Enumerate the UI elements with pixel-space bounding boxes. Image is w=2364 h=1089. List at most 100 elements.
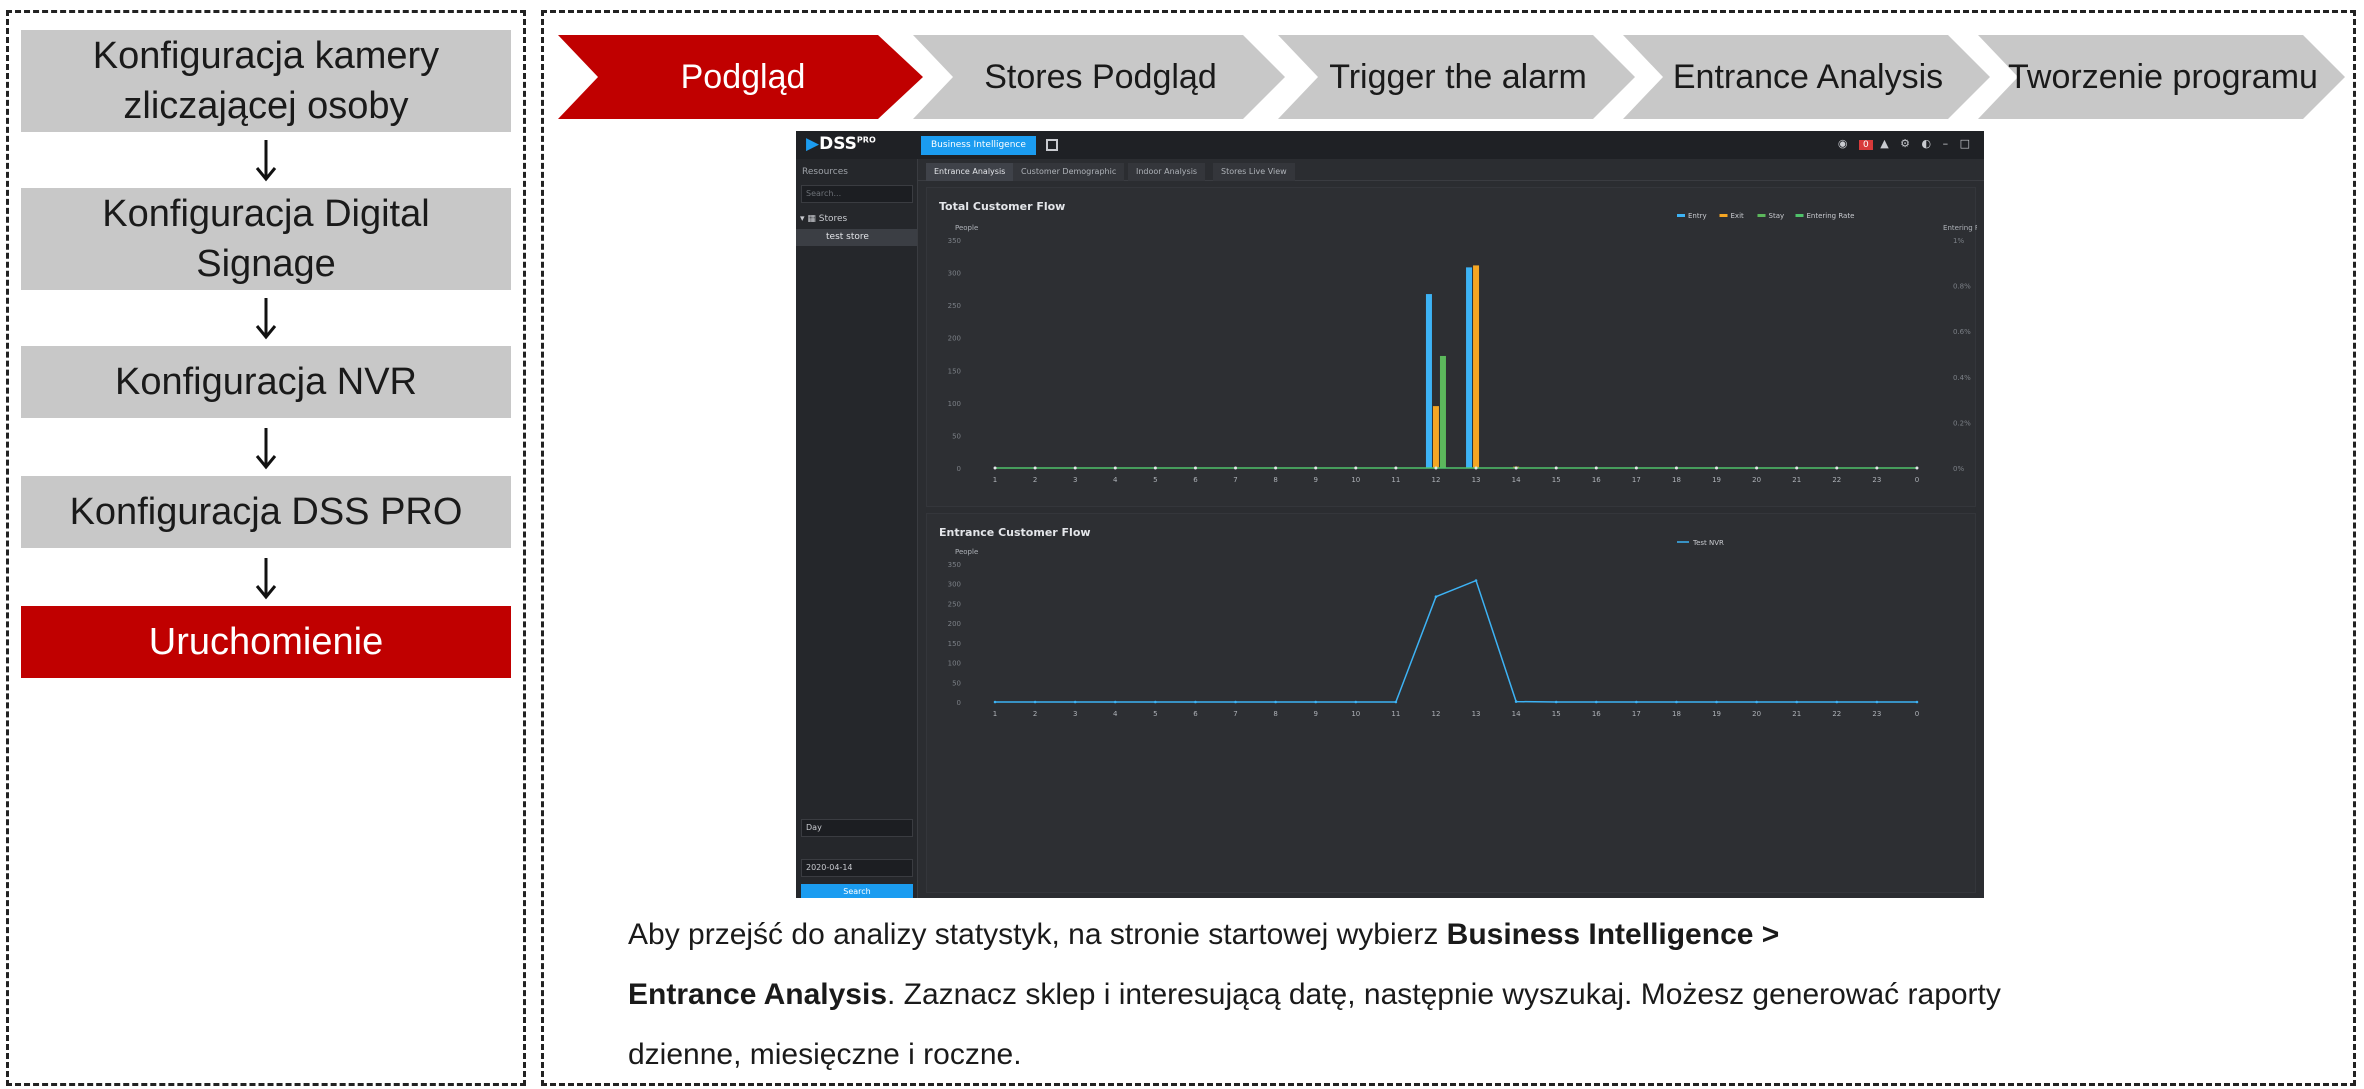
tab-label: Trigger the alarm: [1329, 58, 1587, 96]
y2-tick-label: 0.6%: [1953, 328, 1971, 336]
search-input[interactable]: Search...: [801, 185, 913, 203]
tab-stores-podglad[interactable]: Stores Podgląd: [913, 35, 1288, 119]
dss-screenshot: ▶DSSPRO Business Intelligence ◉ 0 ▲ ⚙ ◐ …: [796, 131, 1984, 898]
legend-swatch: [1719, 214, 1728, 217]
legend-label: Test NVR: [1692, 539, 1724, 547]
workflow-panel: Konfiguracja kamery zliczającej osoby Ko…: [6, 10, 526, 1086]
legend-swatch: [1757, 214, 1766, 217]
rate-point: [1394, 466, 1398, 470]
y-tick-label: 250: [948, 302, 961, 310]
rate-point: [1073, 466, 1077, 470]
line-point: [1474, 579, 1478, 582]
add-tab-icon[interactable]: [1046, 139, 1058, 151]
x-tick-label: 8: [1273, 476, 1277, 484]
rate-point: [1674, 466, 1678, 470]
step-launch[interactable]: Uruchomienie: [21, 606, 511, 678]
tab-trigger-alarm[interactable]: Trigger the alarm: [1278, 35, 1638, 119]
x-tick-label: 9: [1313, 476, 1317, 484]
x-tick-label: 23: [1872, 710, 1881, 718]
step-nvr-config[interactable]: Konfiguracja NVR: [21, 346, 511, 418]
alarm-badge[interactable]: 0: [1858, 140, 1873, 150]
rate-point: [1915, 466, 1919, 470]
tab-label: Stores Podgląd: [984, 58, 1217, 96]
y-tick-label: 300: [948, 270, 961, 278]
tree-item-test-store[interactable]: test store: [796, 229, 917, 246]
dss-titlebar: ▶DSSPRO Business Intelligence ◉ 0 ▲ ⚙ ◐ …: [796, 131, 1984, 159]
y-tick-label: 50: [952, 679, 961, 687]
rate-point: [1314, 466, 1318, 470]
y-tick-label: 300: [948, 581, 961, 589]
y-tick-label: 100: [948, 400, 961, 408]
rate-point: [1474, 466, 1478, 470]
x-tick-label: 18: [1672, 476, 1681, 484]
rate-point: [1354, 466, 1358, 470]
x-tick-label: 15: [1552, 476, 1561, 484]
instruction-line-2: Entrance Analysis. Zaznacz sklep i inter…: [628, 978, 2001, 1011]
tab-podglad[interactable]: Podgląd: [558, 35, 928, 119]
step-dss-pro-config[interactable]: Konfiguracja DSS PRO: [21, 476, 511, 548]
resources-label: Resources: [802, 167, 848, 177]
x-tick-label: 1: [993, 710, 997, 718]
y-axis-label: People: [955, 548, 978, 556]
tab-entrance-analysis[interactable]: Entrance Analysis: [1623, 35, 1993, 119]
x-tick-label: 0: [1915, 710, 1919, 718]
instruction-line-1: Aby przejść do analizy statystyk, na str…: [628, 918, 1780, 951]
date-field[interactable]: 2020-04-14: [801, 859, 913, 877]
tab-tworzenie-programu[interactable]: Tworzenie programu: [1978, 35, 2348, 119]
tab-stores-live-view[interactable]: Stores Live View: [1213, 163, 1295, 181]
x-tick-label: 21: [1792, 710, 1801, 718]
x-tick-label: 13: [1472, 710, 1481, 718]
legend-label: Entry: [1688, 212, 1707, 220]
rate-point: [1434, 466, 1438, 470]
tab-entrance-analysis[interactable]: Entrance Analysis: [926, 163, 1014, 181]
y-tick-label: 0: [957, 465, 961, 473]
business-intelligence-tab[interactable]: Business Intelligence: [921, 136, 1036, 155]
instruction-text: Aby przejść do analizy statystyk, na str…: [628, 905, 2188, 1085]
y2-tick-label: 0.2%: [1953, 419, 1971, 427]
entrance-customer-flow-chart: Entrance Customer Flow People 350 300 250 20…: [926, 513, 1976, 893]
tree-root-stores[interactable]: ▾ ▦ Stores: [800, 214, 847, 224]
x-tick-label: 22: [1832, 476, 1841, 484]
dss-tab-bar: Entrance Analysis Customer Demographic I…: [918, 159, 1984, 181]
x-tick-label: 18: [1672, 710, 1681, 718]
line-point: [1594, 700, 1598, 704]
line-point: [1554, 700, 1558, 704]
x-tick-label: 15: [1552, 710, 1561, 718]
series-line-test-nvr: [995, 579, 1917, 703]
x-tick-label: 4: [1113, 710, 1118, 718]
step-camera-config[interactable]: Konfiguracja kamery zliczającej osoby: [21, 30, 511, 132]
rate-point: [1755, 466, 1759, 470]
bar-entry: [1425, 294, 1432, 468]
x-tick-label: 19: [1712, 476, 1721, 484]
x-tick-label: 14: [1512, 710, 1521, 718]
search-button[interactable]: Search: [801, 884, 913, 898]
line-point: [1354, 700, 1358, 704]
x-tick-label: 2: [1033, 476, 1037, 484]
rate-point: [1514, 466, 1518, 470]
x-tick-label: 2: [1033, 710, 1037, 718]
line-point: [1795, 700, 1799, 704]
line-point: [1514, 700, 1518, 703]
tab-indoor-analysis[interactable]: Indoor Analysis: [1128, 163, 1206, 181]
x-tick-label: 7: [1233, 710, 1237, 718]
rate-point: [1193, 466, 1197, 470]
line-point: [1394, 700, 1398, 704]
rate-point: [1715, 466, 1719, 470]
legend-label: Entering Rate: [1807, 212, 1855, 220]
x-tick-label: 17: [1632, 476, 1641, 484]
period-select[interactable]: Day: [801, 819, 913, 837]
rate-point: [1113, 466, 1117, 470]
line-point: [1915, 700, 1919, 704]
x-tick-label: 10: [1351, 476, 1360, 484]
arrow-down-icon: [255, 140, 277, 182]
arrow-down-icon: [255, 428, 277, 470]
x-tick-label: 10: [1351, 710, 1360, 718]
tab-customer-demographic[interactable]: Customer Demographic: [1013, 163, 1125, 181]
y-tick-label: 350: [948, 237, 961, 245]
step-digital-signage-config[interactable]: Konfiguracja Digital Signage: [21, 188, 511, 290]
rate-point: [1594, 466, 1598, 470]
line-point: [1715, 700, 1718, 704]
x-tick-label: 3: [1073, 476, 1077, 484]
total-customer-flow-chart: Total Customer Flow People 350 300 250 200 15…: [926, 187, 1977, 507]
rate-point: [1875, 466, 1879, 470]
